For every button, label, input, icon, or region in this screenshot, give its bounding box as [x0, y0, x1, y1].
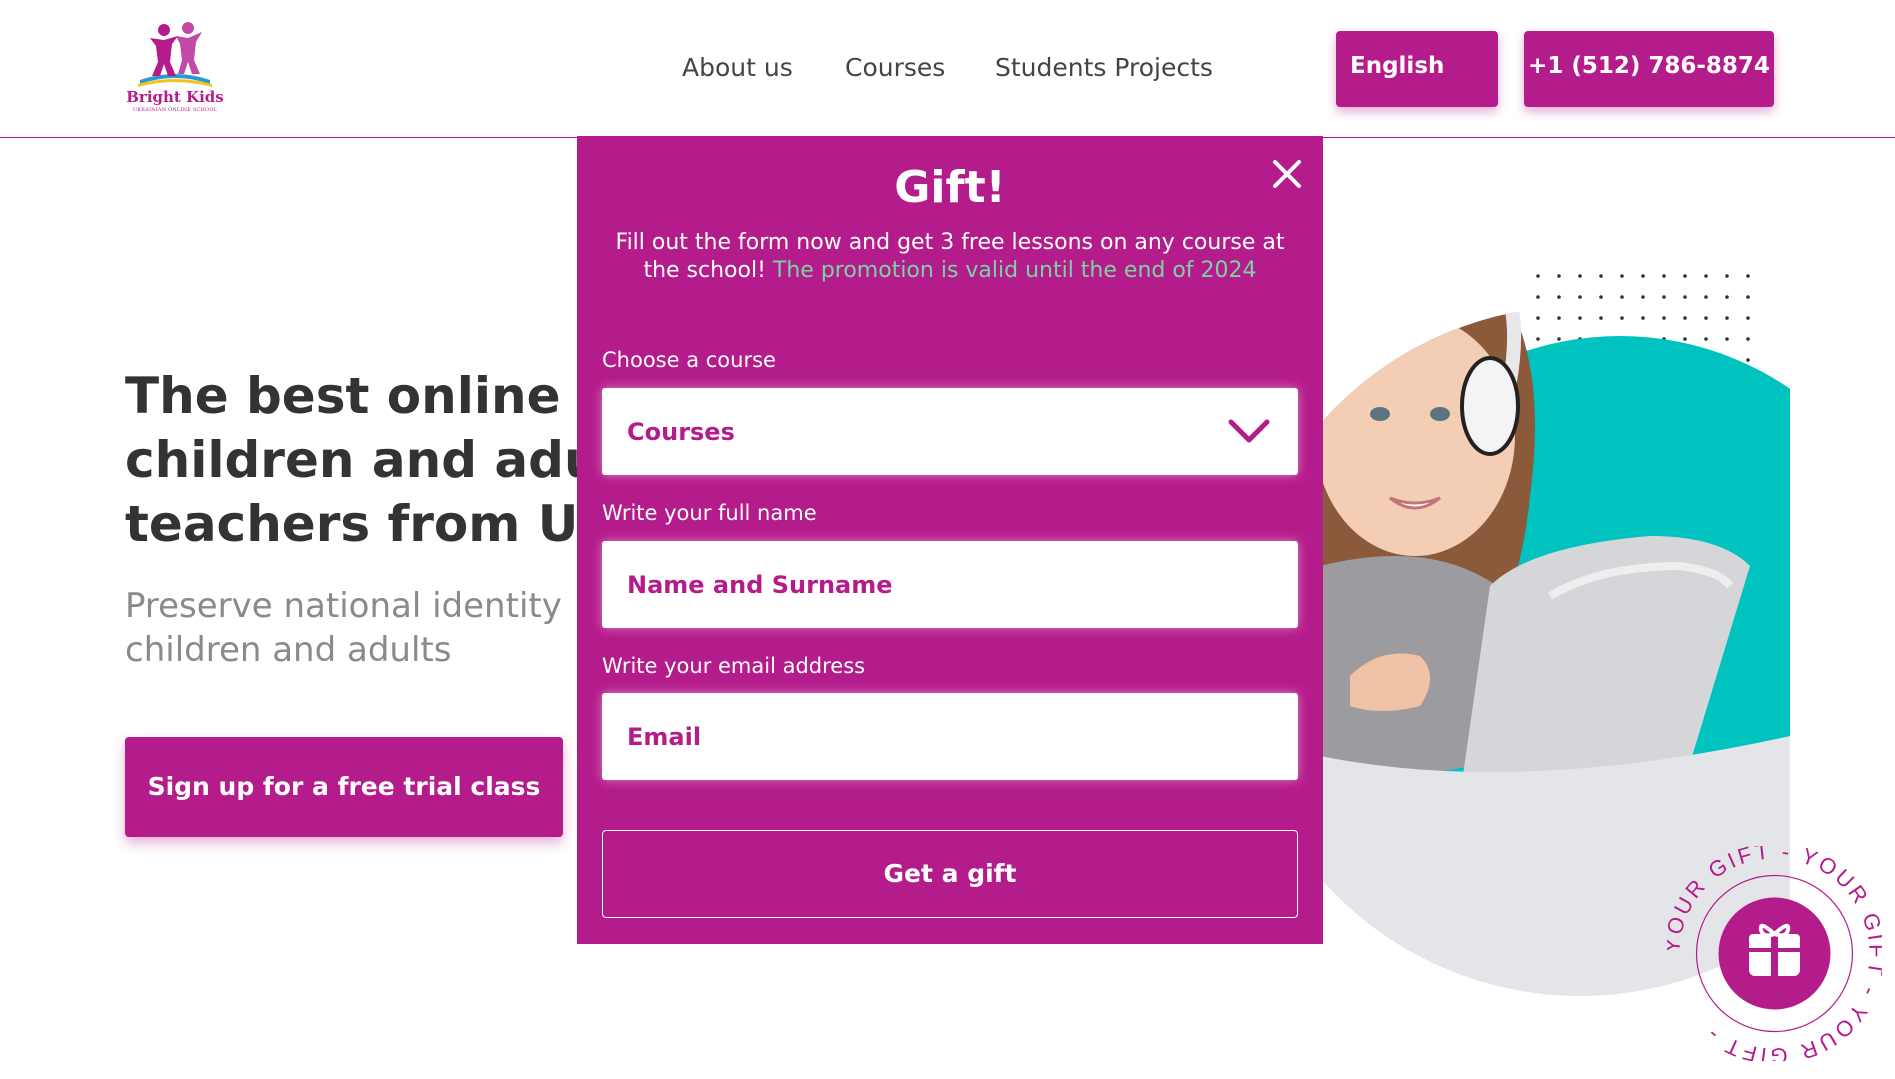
logo[interactable]: Bright Kids UKRAINIAN ONLINE SCHOOL: [120, 18, 230, 118]
phone-button[interactable]: +1 (512) 786-8874: [1524, 31, 1774, 107]
email-label: Write your email address: [602, 654, 866, 678]
logo-title: Bright Kids: [126, 88, 224, 106]
your-gift-badge[interactable]: YOUR GIFT - YOUR GIFT - YOUR GIFT -: [1667, 846, 1882, 1061]
modal-title: Gift!: [894, 162, 1006, 213]
name-label: Write your full name: [602, 501, 817, 525]
modal-description: Fill out the form now and get 3 free les…: [607, 229, 1293, 285]
nav-students-projects[interactable]: Students Projects: [995, 53, 1213, 82]
name-field[interactable]: [602, 541, 1298, 628]
get-gift-button[interactable]: Get a gift: [602, 830, 1298, 918]
logo-subtitle: UKRAINIAN ONLINE SCHOOL: [132, 107, 218, 113]
gift-modal: Gift! Fill out the form now and get 3 fr…: [577, 136, 1323, 944]
email-input[interactable]: [602, 693, 1298, 780]
free-trial-button[interactable]: Sign up for a free trial class: [125, 737, 563, 837]
promo-text: The promotion is valid until the end of …: [772, 258, 1257, 283]
course-select[interactable]: Courses: [602, 388, 1298, 475]
site-header: Bright Kids UKRAINIAN ONLINE SCHOOL Abou…: [0, 0, 1895, 138]
language-button[interactable]: English: [1336, 31, 1498, 107]
course-label: Choose a course: [602, 348, 776, 372]
email-field[interactable]: [602, 693, 1298, 780]
chevron-down-icon: [1228, 419, 1270, 443]
nav-courses[interactable]: Courses: [845, 53, 945, 82]
nav-about-us[interactable]: About us: [682, 53, 793, 82]
course-select-value: Courses: [627, 418, 735, 446]
name-input[interactable]: [602, 541, 1298, 628]
logo-kids-icon: [138, 22, 212, 87]
